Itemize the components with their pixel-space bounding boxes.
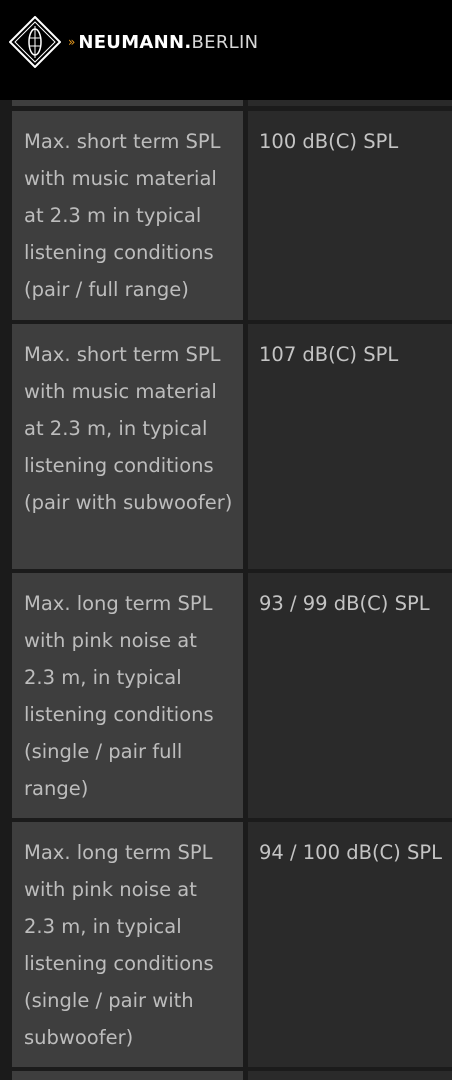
brand-prefix: NEUMANN. — [78, 31, 192, 53]
brand-name[interactable]: » NEUMANN. BERLIN — [68, 30, 258, 54]
site-header: » NEUMANN. BERLIN — [0, 0, 452, 100]
spec-label: Max. short term SPL with music material … — [24, 343, 233, 514]
spec-value: 107 dB(C) SPL — [259, 343, 399, 366]
spec-value: 94 / 100 dB(C) SPL — [259, 841, 442, 864]
spec-value-cell — [248, 1071, 452, 1080]
brand-chevrons: » — [68, 35, 75, 49]
spec-value: 100 dB(C) SPL — [259, 130, 399, 153]
spec-label: Max. long term SPL with pink noise at 2.… — [24, 592, 214, 800]
spec-label-cell: Max. long term SPL with pink noise at 2.… — [12, 573, 243, 818]
spec-label: Max. short term SPL with music material … — [24, 130, 221, 301]
neumann-logo-icon[interactable] — [9, 16, 61, 68]
spec-value: 93 / 99 dB(C) SPL — [259, 592, 430, 615]
spec-label-cell: Max. long term SPL with pink noise at 2.… — [12, 822, 243, 1067]
spec-label-cell: Max. short term SPL with music material … — [12, 111, 243, 320]
spec-value-cell: 93 / 99 dB(C) SPL — [248, 573, 452, 818]
spec-label-cell — [12, 100, 243, 106]
spec-value-cell: 100 dB(C) SPL — [248, 111, 452, 320]
spec-label-cell: Max. short term SPL with music material … — [12, 324, 243, 569]
spec-value-cell: 94 / 100 dB(C) SPL — [248, 822, 452, 1067]
spec-label-cell — [12, 1071, 243, 1080]
brand-suffix: BERLIN — [191, 31, 259, 53]
spec-label: Max. long term SPL with pink noise at 2.… — [24, 841, 214, 1049]
spec-value-cell — [248, 100, 452, 106]
spec-value-cell: 107 dB(C) SPL — [248, 324, 452, 569]
spec-table: Max. short term SPL with music material … — [0, 100, 452, 1080]
